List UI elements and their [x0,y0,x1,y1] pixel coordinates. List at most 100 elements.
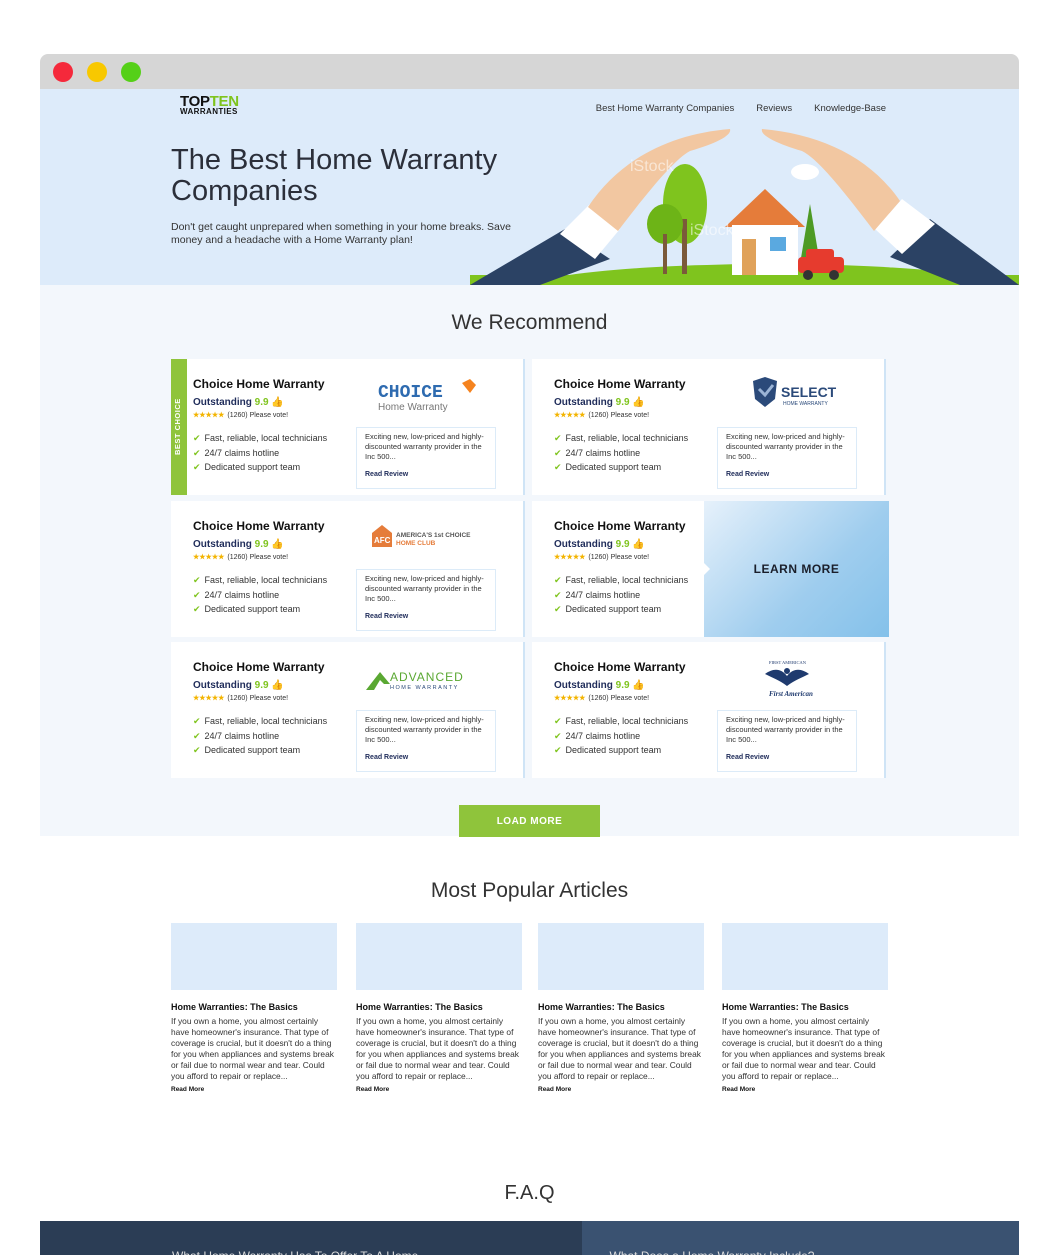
maximize-window-button[interactable] [121,62,141,82]
thumbs-up-icon: 👍 [632,539,645,550]
feature-list: Fast, reliable, local technicians24/7 cl… [193,714,328,758]
rating: Outstanding 9.9 👍 [193,539,284,550]
article-excerpt: If you own a home, you almost certainly … [171,1016,334,1081]
article-card[interactable]: Home Warranties: The Basics If you own a… [538,923,704,1093]
article-card[interactable]: Home Warranties: The Basics If you own a… [356,923,522,1093]
close-window-button[interactable] [53,62,73,82]
advanced-home-warranty-logo: ADVANCED HOME WARRANTY [366,670,464,691]
hero-title: The Best Home Warranty Companies [171,144,498,207]
star-rating[interactable]: ★★★★★ (1260) Please vote! [193,694,288,702]
choice-home-warranty-logo: CHOICE Home Warranty [378,379,476,413]
svg-text:HOME WARRANTY: HOME WARRANTY [390,685,459,691]
read-review-link[interactable]: Read Review [726,753,848,763]
article-card[interactable]: Home Warranties: The Basics If you own a… [171,923,337,1093]
read-review-link[interactable]: Read Review [726,470,848,480]
feature-list: Fast, reliable, local technicians24/7 cl… [554,431,689,475]
read-more-link[interactable]: Read More [171,1086,337,1093]
provider-name: Choice Home Warranty [193,660,325,674]
provider-blurb: Exciting new, low-priced and highly-disc… [356,710,496,772]
thumbs-up-icon: 👍 [271,397,284,408]
svg-text:HOME CLUB: HOME CLUB [396,540,436,547]
article-title[interactable]: Home Warranties: The Basics [538,1002,704,1012]
hero-subtitle: Don't get caught unprepared when somethi… [171,221,511,246]
feature-list: Fast, reliable, local technicians24/7 cl… [554,573,689,617]
watermark-2: iStock [690,222,735,239]
article-title[interactable]: Home Warranties: The Basics [722,1002,888,1012]
article-card[interactable]: Home Warranties: The Basics If you own a… [722,923,888,1093]
star-rating[interactable]: ★★★★★ (1260) Please vote! [554,694,649,702]
provider-blurb: Exciting new, low-priced and highly-disc… [356,427,496,489]
minimize-window-button[interactable] [87,62,107,82]
provider-card[interactable]: Choice Home Warranty Outstanding 9.9 👍 ★… [532,642,886,778]
faq-title: F.A.Q [504,1182,555,1204]
provider-blurb: Exciting new, low-priced and highly-disc… [717,427,857,489]
feature-list: Fast, reliable, local technicians24/7 cl… [193,573,328,617]
select-home-warranty-logo: SELECT HOME WARRANTY [753,377,837,407]
feature-list: Fast, reliable, local technicians24/7 cl… [554,714,689,758]
read-more-link[interactable]: Read More [538,1086,704,1093]
read-more-link[interactable]: Read More [356,1086,522,1093]
hero-illustration: iStock iStock [470,129,1019,285]
provider-name: Choice Home Warranty [554,519,686,533]
read-more-link[interactable]: Read More [722,1086,888,1093]
provider-card[interactable]: Choice Home Warranty Outstanding 9.9 👍 ★… [532,359,886,495]
rating: Outstanding 9.9 👍 [193,397,284,408]
read-review-link[interactable]: Read Review [365,612,487,622]
provider-blurb: Exciting new, low-priced and highly-disc… [717,710,857,772]
article-thumbnail[interactable] [722,923,888,990]
svg-text:Home Warranty: Home Warranty [378,402,448,413]
americas-first-choice-logo: AFC AMERICA'S 1st CHOICE HOME CLUB [372,525,471,547]
recommend-section: We Recommend BEST CHOICE Choice Home War… [40,285,1019,837]
star-rating[interactable]: ★★★★★ (1260) Please vote! [193,411,288,419]
star-rating[interactable]: ★★★★★ (1260) Please vote! [193,553,288,561]
recommend-title: We Recommend [451,311,608,334]
svg-text:AMERICA'S 1st CHOICE: AMERICA'S 1st CHOICE [396,532,471,539]
read-review-link[interactable]: Read Review [365,753,487,763]
svg-text:SELECT: SELECT [781,384,837,400]
feature-list: Fast, reliable, local technicians24/7 cl… [193,431,328,475]
first-american-logo: FIRST AMERICAN First American [765,660,813,698]
browser-window: TOPTEN WARRANTIES Best Home Warranty Com… [40,54,1019,1255]
articles-section: Most Popular Articles Home Warranties: T… [40,836,1019,1156]
thumbs-up-icon: 👍 [271,539,284,550]
article-title[interactable]: Home Warranties: The Basics [171,1002,337,1012]
svg-text:FIRST AMERICAN: FIRST AMERICAN [769,660,807,665]
article-thumbnail[interactable] [538,923,704,990]
provider-name: Choice Home Warranty [554,660,686,674]
provider-blurb: Exciting new, low-priced and highly-disc… [356,569,496,631]
svg-text:HOME WARRANTY: HOME WARRANTY [783,401,828,407]
article-thumbnail[interactable] [171,923,337,990]
rating: Outstanding 9.9 👍 [554,539,645,550]
logo-sub: WARRANTIES [180,107,238,116]
svg-text:AFC: AFC [374,536,391,545]
provider-name: Choice Home Warranty [193,377,325,391]
faq-question[interactable]: What Does a Home Warranty Include? [581,1221,1019,1255]
star-rating[interactable]: ★★★★★ (1260) Please vote! [554,553,649,561]
article-excerpt: If you own a home, you almost certainly … [722,1016,885,1081]
window-chrome [40,54,1019,89]
site-logo[interactable]: TOPTEN WARRANTIES [180,94,239,117]
thumbs-up-icon: 👍 [271,680,284,691]
rating: Outstanding 9.9 👍 [193,680,284,691]
provider-card[interactable]: Choice Home Warranty Outstanding 9.9 👍 ★… [171,642,525,778]
article-excerpt: If you own a home, you almost certainly … [356,1016,519,1081]
articles-title: Most Popular Articles [430,879,629,902]
load-more-button[interactable]: LOAD MORE [459,805,600,837]
provider-card[interactable]: BEST CHOICE Choice Home Warranty Outstan… [171,359,525,495]
read-review-link[interactable]: Read Review [365,470,487,480]
watermark: iStock [630,158,675,175]
star-rating[interactable]: ★★★★★ (1260) Please vote! [554,411,649,419]
article-title[interactable]: Home Warranties: The Basics [356,1002,522,1012]
article-excerpt: If you own a home, you almost certainly … [538,1016,701,1081]
faq-question[interactable]: What Home Warranty Has To Offer To A Hom… [40,1221,582,1255]
hero-section: TOPTEN WARRANTIES Best Home Warranty Com… [40,89,1019,285]
thumbs-up-icon: 👍 [632,397,645,408]
faq-list: What Home Warranty Has To Offer To A Hom… [40,1221,1019,1255]
article-thumbnail[interactable] [356,923,522,990]
svg-text:CHOICE: CHOICE [378,383,443,403]
thumbs-up-icon: 👍 [632,680,645,691]
best-choice-ribbon: BEST CHOICE [171,359,187,495]
svg-text:ADVANCED: ADVANCED [390,670,464,684]
provider-card[interactable]: Choice Home Warranty Outstanding 9.9 👍 ★… [171,501,525,637]
learn-more-button[interactable]: LEARN MORE [703,501,889,637]
